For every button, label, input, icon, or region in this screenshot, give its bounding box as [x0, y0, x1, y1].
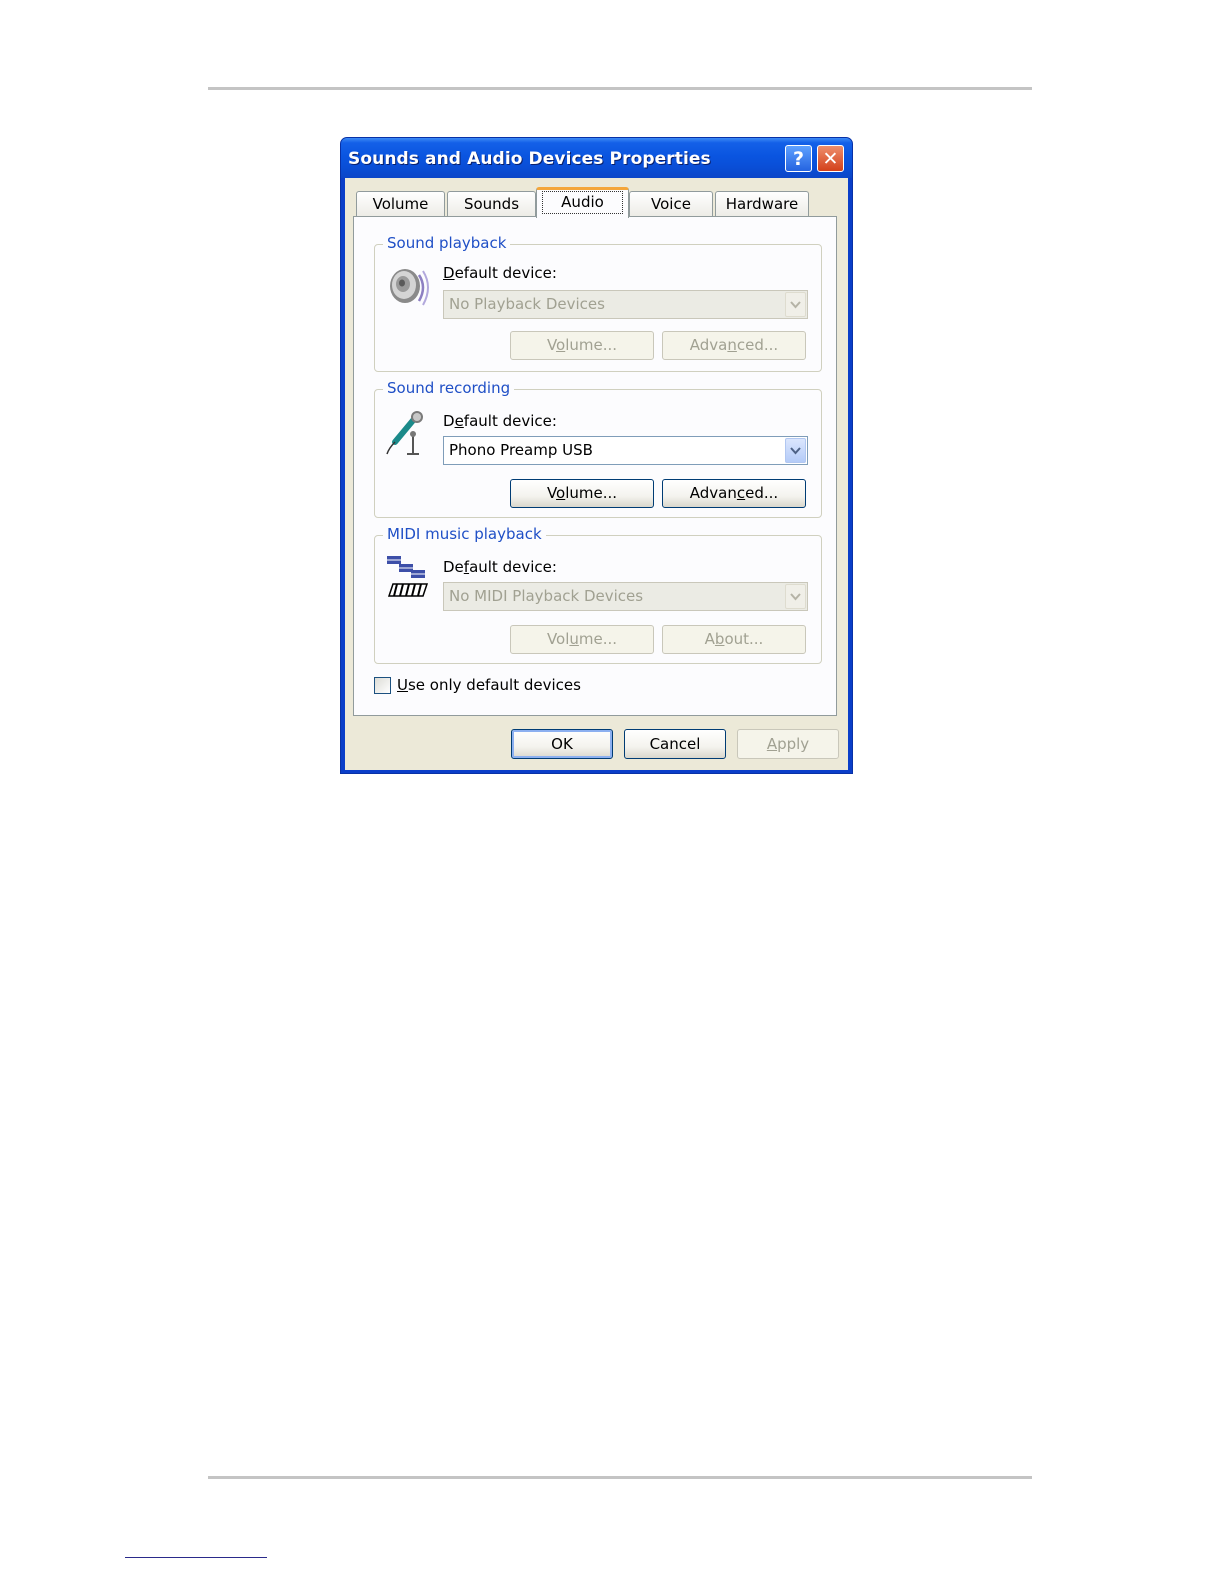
chevron-down-icon[interactable] [785, 438, 806, 463]
window-title: Sounds and Audio Devices Properties [348, 149, 711, 169]
default-device-label: Default device: [443, 412, 557, 430]
tab-voice[interactable]: Voice [629, 191, 713, 217]
page-header-rule [208, 87, 1032, 90]
midi-playback-group: MIDI music playback Default device: No M… [374, 525, 822, 664]
microphone-icon [386, 411, 423, 455]
apply-button[interactable]: Apply [737, 729, 839, 759]
properties-dialog: Sounds and Audio Devices Properties ? ✕ … [340, 137, 853, 774]
help-icon: ? [792, 147, 805, 170]
midi-about-button[interactable]: About... [662, 625, 806, 654]
title-bar[interactable]: Sounds and Audio Devices Properties ? ✕ [341, 138, 852, 178]
default-device-label: Default device: [443, 558, 557, 576]
tab-label: Voice [651, 195, 691, 213]
use-only-default-checkbox[interactable] [374, 677, 391, 694]
midi-device-value: No MIDI Playback Devices [449, 587, 644, 605]
close-button[interactable]: ✕ [817, 145, 844, 172]
chevron-down-icon[interactable] [785, 292, 806, 317]
playback-volume-button[interactable]: Volume... [510, 331, 654, 360]
tab-sounds[interactable]: Sounds [447, 191, 536, 217]
group-title: Sound playback [383, 234, 511, 252]
tab-label: Sounds [463, 195, 520, 213]
playback-advanced-button[interactable]: Advanced... [662, 331, 806, 360]
chevron-down-icon[interactable] [785, 584, 806, 609]
speaker-icon [390, 269, 429, 306]
use-only-default-label[interactable]: Use only default devices [397, 676, 581, 694]
playback-device-value: No Playback Devices [449, 295, 605, 313]
midi-device-select[interactable]: No MIDI Playback Devices [443, 582, 808, 611]
tab-hardware[interactable]: Hardware [715, 191, 809, 217]
group-title: MIDI music playback [383, 525, 546, 543]
dialog-client-area: Volume Sounds Audio Voice Hardware Sound… [345, 178, 848, 770]
default-device-label: Default device: [443, 264, 557, 282]
midi-keyboard-icon [387, 556, 429, 597]
recording-device-select[interactable]: Phono Preamp USB [443, 436, 808, 465]
tab-audio[interactable]: Audio [536, 187, 629, 218]
playback-device-select[interactable]: No Playback Devices [443, 290, 808, 319]
tab-label: Hardware [725, 195, 799, 213]
cancel-button[interactable]: Cancel [624, 729, 726, 759]
footnote-rule [125, 1557, 267, 1558]
midi-volume-button[interactable]: Volume... [510, 625, 654, 654]
group-title: Sound recording [383, 379, 515, 397]
tab-label: Audio [542, 191, 623, 214]
close-icon: ✕ [822, 147, 839, 170]
recording-volume-button[interactable]: Volume... [510, 479, 654, 508]
sound-recording-group: Sound recording Default device: Phono Pr… [374, 379, 822, 518]
tab-label: Volume [372, 195, 429, 213]
help-button[interactable]: ? [785, 145, 812, 172]
sound-playback-group: Sound playback Default device: No Playba… [374, 234, 822, 372]
recording-advanced-button[interactable]: Advanced... [662, 479, 806, 508]
recording-device-value: Phono Preamp USB [449, 441, 593, 459]
tab-volume[interactable]: Volume [356, 191, 445, 217]
page-footer-rule [208, 1476, 1032, 1479]
audio-tab-panel: Sound playback Default device: No Playba… [353, 216, 837, 716]
ok-button[interactable]: OK [511, 729, 613, 759]
